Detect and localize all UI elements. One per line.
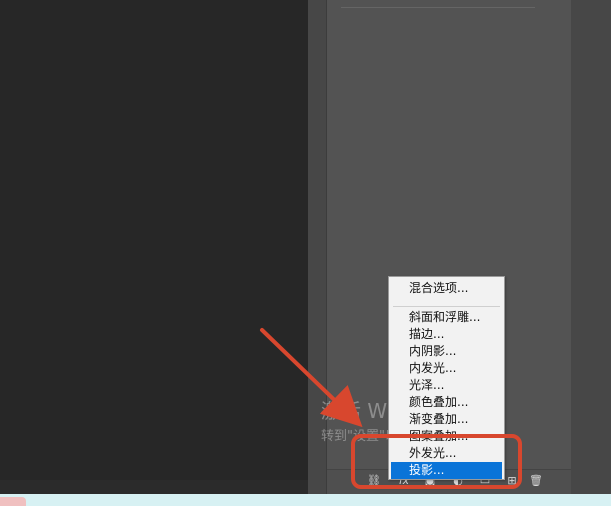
bottom-left-tab (0, 497, 26, 506)
menu-separator (393, 306, 500, 307)
panel-top-separator (341, 7, 535, 8)
menu-item-gradient-overlay[interactable]: 渐变叠加... (391, 411, 502, 428)
menu-item-bevel-emboss[interactable]: 斜面和浮雕... (391, 309, 502, 326)
menu-item-color-overlay[interactable]: 颜色叠加... (391, 394, 502, 411)
right-panel-dock (571, 0, 611, 494)
bottom-status-strip (0, 494, 611, 506)
document-canvas-area[interactable] (0, 0, 308, 480)
trash-icon[interactable]: 🗑 (529, 474, 543, 488)
photoshop-window: 激活 Windows 转到"设置"以激活 Windows。 ⛓ fx ◙ ◐ ▭… (0, 0, 611, 506)
menu-item-inner-shadow[interactable]: 内阴影... (391, 343, 502, 360)
menu-item-stroke[interactable]: 描边... (391, 326, 502, 343)
menu-item-inner-glow[interactable]: 内发光... (391, 360, 502, 377)
menu-item-blending-options[interactable]: 混合选项... (391, 280, 502, 297)
menu-item-satin[interactable]: 光泽... (391, 377, 502, 394)
red-highlight-box (351, 434, 522, 489)
